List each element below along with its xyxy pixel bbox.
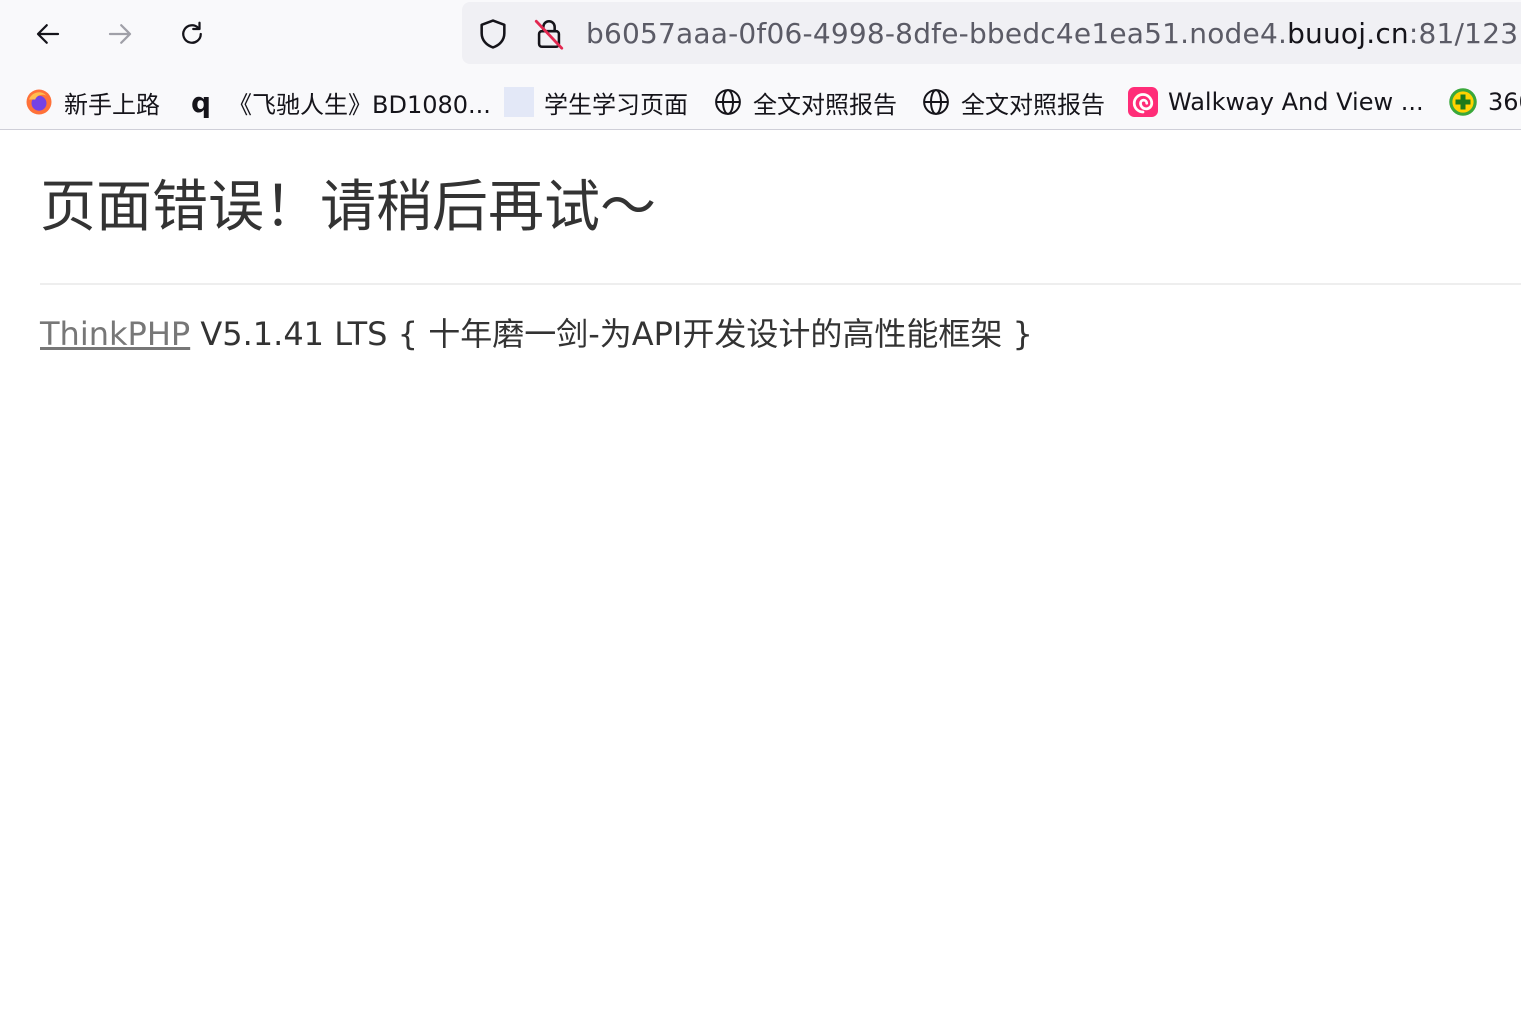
bookmark-item[interactable]: q 《飞驰人生》BD1080...: [190, 82, 491, 122]
bookmark-item[interactable]: 360: [1448, 82, 1521, 122]
bookmark-item[interactable]: 新手上路: [24, 82, 160, 122]
bookmark-item[interactable]: Walkway And View ...: [1128, 82, 1424, 122]
bookmark-label: 全文对照报告: [961, 90, 1105, 119]
plus-icon: [1448, 87, 1478, 117]
bookmark-label: 360: [1488, 88, 1521, 116]
reload-icon: [182, 21, 202, 44]
url-path: :81/123: [1408, 17, 1519, 50]
framework-info: V5.1.41 LTS { 十年磨一剑-为API开发设计的高性能框架 }: [200, 315, 1033, 353]
url-subdomain: b6057aaa-0f06-4998-8dfe-bbedc4e1ea51.nod…: [586, 17, 1288, 50]
bookmark-item[interactable]: 学生学习页面: [504, 82, 688, 122]
browser-chrome: b6057aaa-0f06-4998-8dfe-bbedc4e1ea51.nod…: [0, 0, 1521, 130]
bookmark-label: 全文对照报告: [753, 90, 897, 119]
q-icon: q: [190, 85, 212, 119]
thinkphp-link[interactable]: ThinkPHP: [40, 315, 190, 353]
bookmark-label: Walkway And View ...: [1168, 88, 1424, 116]
framework-footer: ThinkPHP V5.1.41 LTS { 十年磨一剑-为API开发设计的高性…: [40, 312, 1033, 356]
url-text[interactable]: b6057aaa-0f06-4998-8dfe-bbedc4e1ea51.nod…: [586, 16, 1518, 52]
blank-page-icon: [504, 87, 534, 117]
insecure-lock-icon[interactable]: [532, 17, 566, 51]
shield-icon[interactable]: [476, 17, 510, 51]
url-domain: buuoj.cn: [1287, 17, 1409, 50]
divider: [40, 283, 1521, 285]
back-button[interactable]: [26, 12, 70, 56]
address-bar[interactable]: b6057aaa-0f06-4998-8dfe-bbedc4e1ea51.nod…: [462, 2, 1521, 64]
firefox-icon: [24, 87, 54, 117]
forward-arrow-icon: [108, 24, 132, 44]
swirl-icon: [1128, 87, 1158, 117]
page-title: 页面错误！请稍后再试～: [40, 175, 656, 240]
reload-button[interactable]: [170, 12, 214, 56]
forward-button[interactable]: [98, 12, 142, 56]
bookmark-item[interactable]: 全文对照报告: [921, 82, 1105, 122]
globe-icon: [921, 87, 951, 117]
bookmark-item[interactable]: 全文对照报告: [713, 82, 897, 122]
back-arrow-icon: [36, 24, 60, 44]
bookmark-label: 《飞驰人生》BD1080...: [228, 90, 491, 119]
bookmark-label: 新手上路: [64, 90, 160, 119]
globe-icon: [713, 87, 743, 117]
bookmark-label: 学生学习页面: [544, 90, 688, 119]
